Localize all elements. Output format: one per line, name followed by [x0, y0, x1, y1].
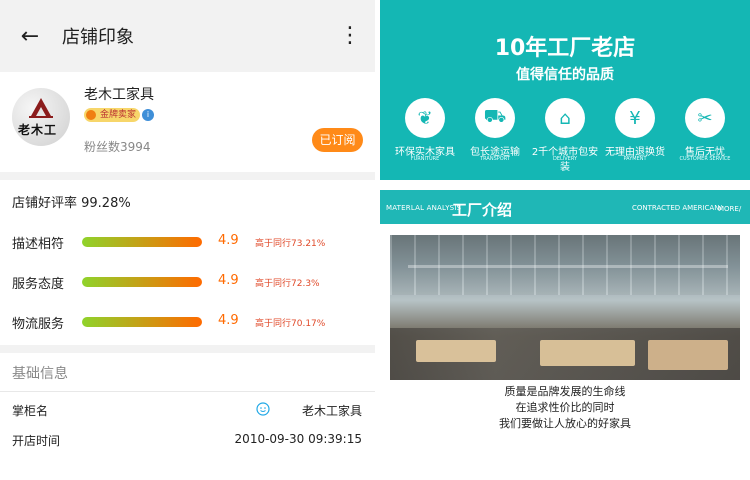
top-bar: ← 店铺印象 ⋮	[0, 0, 375, 72]
feature-item: ❦ 环保实木家具 FURNITURE	[390, 98, 460, 168]
feature-item: ✂ 售后无忧 CUSTOMER SERVICE	[670, 98, 740, 168]
shop-logo-mark-icon	[29, 98, 53, 118]
back-arrow-icon[interactable]: ←	[16, 22, 44, 50]
strip-left-label: MATERLAL ANALYSIS	[386, 204, 462, 212]
rating-label: 物流服务	[12, 317, 65, 332]
strip-right-label: CONTRACTED AMERICAN/	[632, 204, 722, 212]
open-time-label: 开店时间	[12, 434, 61, 448]
rating-bar	[82, 317, 202, 327]
feature-item: ¥ 无理由退换货 PAYMENT	[600, 98, 670, 168]
more-link[interactable]: MORE/	[718, 204, 741, 214]
basic-info-card: 基础信息 掌柜名 老木工家具 开店时间 2010-09-30 09:39:15	[0, 353, 375, 480]
shop-logo[interactable]: 老木工	[12, 88, 70, 146]
divider	[0, 391, 375, 392]
workbench	[416, 340, 496, 362]
good-rate: 店铺好评率 99.28%	[12, 196, 131, 211]
gold-seller-text: 金牌卖家	[100, 110, 137, 120]
gold-medal-icon	[86, 110, 96, 120]
rating-score: 4.9	[218, 273, 239, 288]
page-title: 店铺印象	[62, 27, 134, 48]
open-time-row: 开店时间 2010-09-30 09:39:15	[12, 432, 362, 450]
caption-line: 质量是品牌发展的生命线	[504, 385, 626, 398]
shop-card: 老木工 老木工家具 金牌卖家 i 粉丝数3994	[0, 72, 375, 172]
rating-label: 服务态度	[12, 277, 65, 292]
banner-subheadline: 值得信任的品质	[516, 67, 614, 83]
feature-subtitle: PAYMENT	[623, 156, 647, 162]
rating-compare: 高于同行70.17%	[255, 319, 326, 329]
rating-bar	[82, 277, 202, 287]
rating-row: 物流服务 4.9 高于同行70.17%	[12, 313, 362, 332]
owner-value: 老木工家具	[301, 404, 362, 418]
basic-info-title: 基础信息	[12, 366, 68, 382]
feature-subtitle: DELIVERY	[552, 156, 578, 162]
home-icon: ⌂	[545, 98, 585, 138]
rating-row: 服务态度 4.9 高于同行72.3%	[12, 273, 362, 292]
rating-compare: 高于同行73.21%	[255, 239, 326, 249]
caption-line: 在追求性价比的同时	[515, 401, 615, 414]
feature-item: ⌂ 2千个城市包安装 DELIVERY	[530, 98, 600, 173]
truck-icon: ⛟	[475, 98, 515, 138]
shop-logo-text: 老木工	[18, 123, 58, 137]
feature-subtitle: CUSTOMER SERVICE	[679, 156, 731, 162]
banner-headline: 10年工厂老店	[494, 36, 636, 61]
rating-bar	[82, 237, 202, 247]
factory-intro-title: 工厂介绍	[452, 201, 513, 219]
rating-label: 描述相符	[12, 237, 65, 252]
promo-panel: 10年工厂老店 值得信任的品质 ❦ 环保实木家具 FURNITURE ⛟ 包长途…	[380, 0, 750, 480]
feature-subtitle: FURNITURE	[410, 156, 440, 162]
promo-banner: 10年工厂老店 值得信任的品质 ❦ 环保实木家具 FURNITURE ⛟ 包长途…	[380, 0, 750, 180]
leaf-icon: ❦	[405, 98, 445, 138]
owner-row: 掌柜名 老木工家具	[12, 402, 362, 420]
verified-icon: i	[142, 109, 154, 121]
caption-line: 我们要做让人放心的好家具	[499, 417, 631, 430]
feature-item: ⛟ 包长途运输 TRANSPORT	[460, 98, 530, 168]
rating-row: 描述相符 4.9 高于同行73.21%	[12, 233, 362, 252]
ceiling-lights	[408, 265, 728, 268]
factory-photo	[390, 235, 740, 380]
chat-icon[interactable]	[256, 402, 270, 416]
rating-compare: 高于同行72.3%	[255, 279, 320, 289]
more-options-icon[interactable]: ⋮	[339, 25, 361, 47]
workbench	[540, 340, 635, 366]
open-time-value: 2010-09-30 09:39:15	[234, 432, 362, 446]
feature-subtitle: TRANSPORT	[480, 156, 510, 162]
section-strip: MATERLAL ANALYSIS 工厂介绍 CONTRACTED AMERIC…	[380, 190, 750, 224]
tools-icon: ✂	[685, 98, 725, 138]
fans-count: 粉丝数3994	[84, 140, 151, 154]
shop-rating-card: 店铺好评率 99.28% 描述相符 4.9 高于同行73.21% 服务态度 4.…	[0, 180, 375, 345]
owner-label: 掌柜名	[12, 404, 49, 418]
rating-score: 4.9	[218, 313, 239, 328]
subscribed-button[interactable]: 已订阅	[312, 128, 363, 152]
shop-impression-panel: ← 店铺印象 ⋮ 老木工 老木工家具 金牌卖家 i 粉丝数3994 已订阅 店铺…	[0, 0, 375, 480]
rating-score: 4.9	[218, 233, 239, 248]
workbench	[648, 340, 728, 370]
gold-seller-badge: 金牌卖家	[84, 108, 141, 122]
factory-caption: 质量是品牌发展的生命线 在追求性价比的同时 我们要做让人放心的好家具	[380, 384, 750, 432]
coins-icon: ¥	[615, 98, 655, 138]
shop-name: 老木工家具	[84, 87, 154, 103]
